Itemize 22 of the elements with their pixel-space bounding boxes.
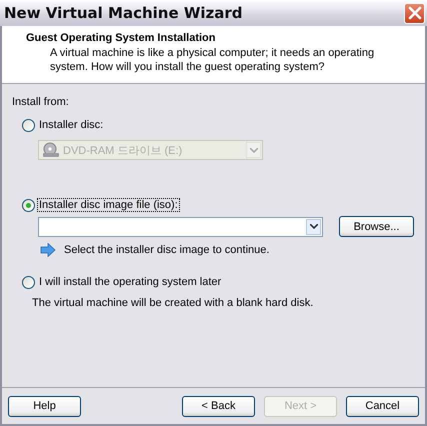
radio-button[interactable] xyxy=(22,118,35,132)
browse-button[interactable]: Browse... xyxy=(339,216,414,237)
iso-path-field[interactable] xyxy=(38,216,323,236)
option-label: I will install the operating system later xyxy=(38,275,222,289)
hint-text: Select the installer disc image to continue. xyxy=(64,244,270,256)
radio-button[interactable] xyxy=(22,198,35,212)
option-label: Installer disc image file (iso): xyxy=(37,198,180,212)
close-button[interactable] xyxy=(404,2,425,24)
disc-drive-icon xyxy=(42,142,60,158)
window-title: New Virtual Machine Wizard xyxy=(4,4,243,22)
install-from-label: Install from: xyxy=(12,96,70,108)
option-note: The virtual machine will be created with a blank hard disk. xyxy=(32,297,314,309)
wizard-button[interactable]: Cancel xyxy=(346,396,419,416)
radio-button[interactable] xyxy=(22,276,35,288)
arrow-icon xyxy=(40,243,56,257)
page-description: A virtual machine is like a physical computer; it needs an operating system. How will you install the guest operating system? xyxy=(49,46,376,74)
close-icon xyxy=(408,6,422,20)
option-label: Installer disc: xyxy=(38,118,104,132)
wizard-button[interactable]: Help xyxy=(8,396,81,416)
drive-name: DVD-RAM 드라이브 (E:) xyxy=(63,144,184,158)
page-heading: Guest Operating System Installation xyxy=(26,32,216,44)
wizard-button[interactable]: < Back xyxy=(182,396,255,416)
